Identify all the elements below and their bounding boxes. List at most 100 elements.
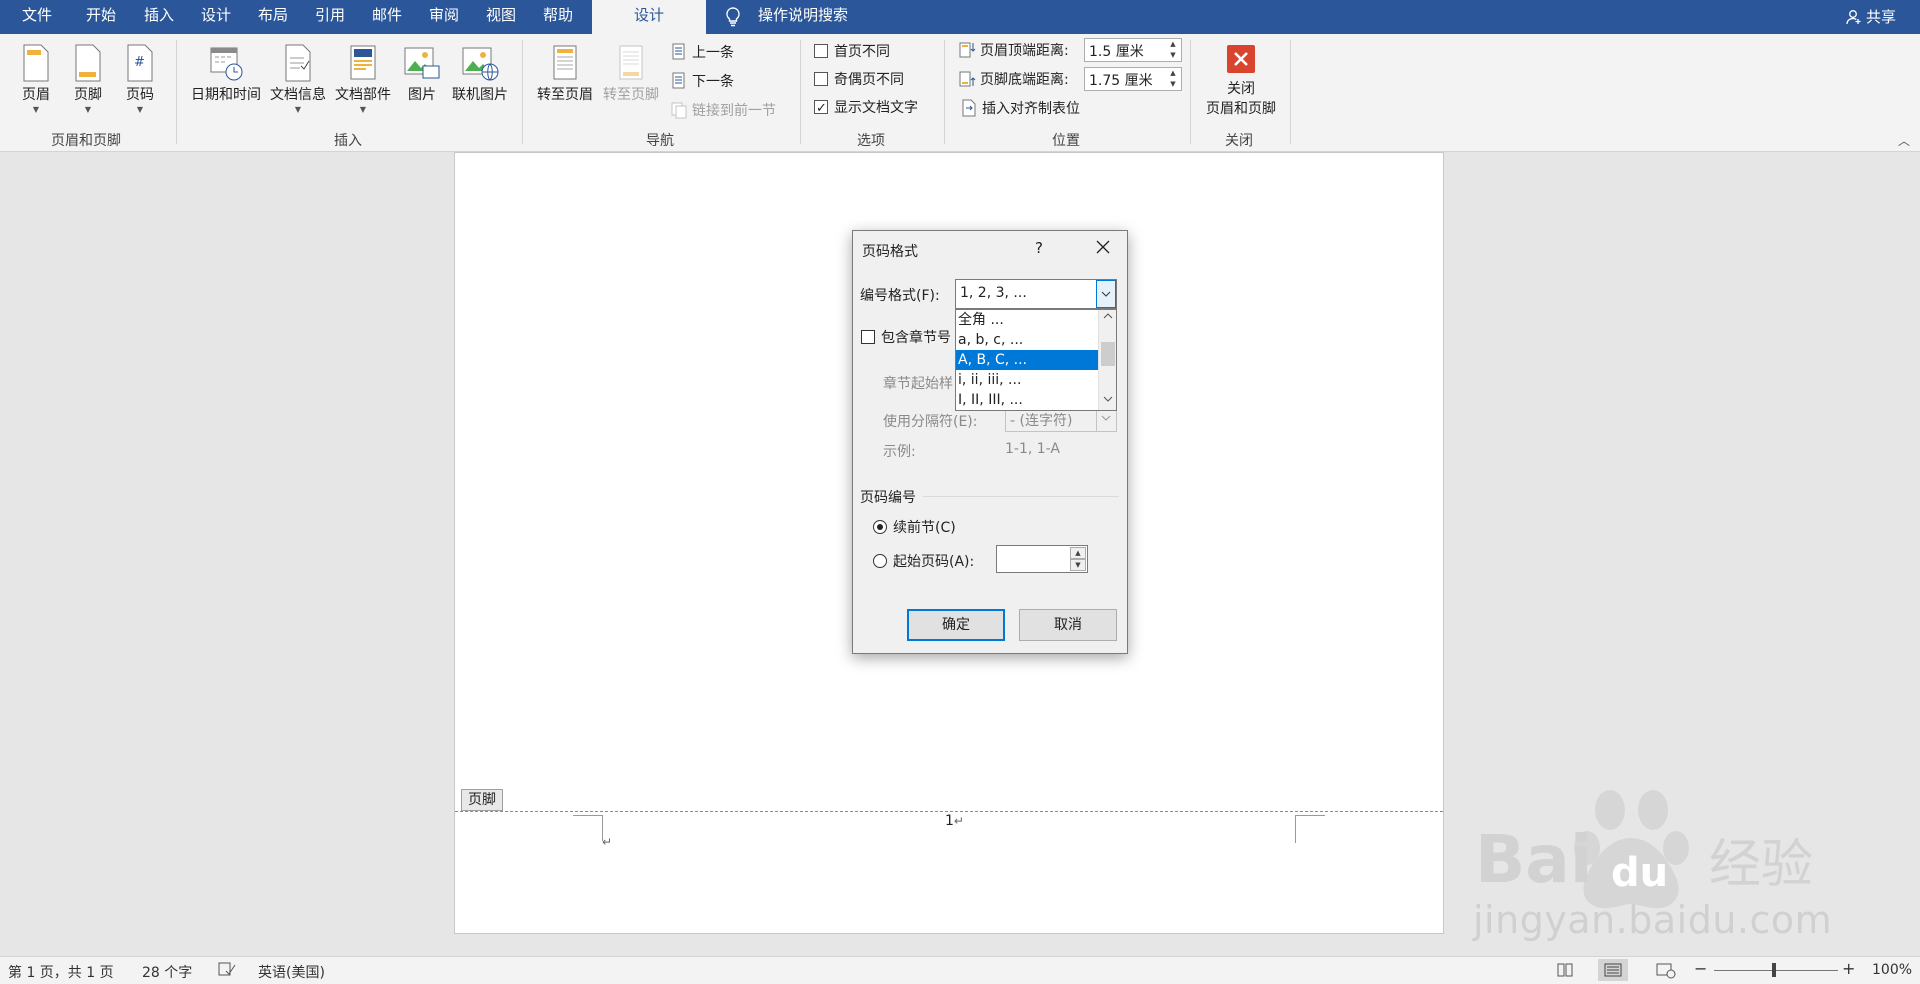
tab-header-footer-design[interactable]: 设计	[592, 0, 706, 34]
list-scrollbar[interactable]	[1098, 310, 1116, 410]
word-count-status[interactable]: 28 个字	[142, 962, 192, 982]
stepper-down-icon[interactable]: ▼	[1070, 559, 1086, 571]
goto-footer-button[interactable]: 转至页脚	[598, 44, 664, 104]
dropdown-button[interactable]	[1096, 280, 1116, 308]
zoom-slider-thumb[interactable]	[1772, 963, 1776, 977]
chevron-down-icon: ▼	[136, 105, 144, 114]
close-header-footer-button[interactable]: 关闭 页眉和页脚	[1196, 44, 1286, 118]
dialog-close-button[interactable]	[1089, 237, 1117, 261]
date-time-label: 日期和时间	[191, 87, 261, 103]
footer-boundary	[455, 811, 1443, 812]
zoom-out-button[interactable]: −	[1694, 959, 1707, 978]
page-count-status[interactable]: 第 1 页，共 1 页	[8, 962, 114, 982]
chapter-start-style-label: 章节起始样	[883, 376, 953, 392]
format-option-selected[interactable]: A, B, C, ...	[956, 350, 1099, 370]
link-icon	[671, 102, 687, 119]
cancel-button[interactable]: 取消	[1019, 609, 1117, 641]
chevron-down-icon: ▼	[32, 105, 40, 114]
tab-layout[interactable]: 布局	[252, 0, 294, 34]
tab-references[interactable]: 引用	[309, 0, 351, 34]
radio-dot-selected	[873, 520, 887, 534]
tab-design[interactable]: 设计	[195, 0, 237, 34]
svg-text:du: du	[1611, 850, 1668, 896]
ribbon: 页眉 ▼ 页脚 ▼ # 页码 ▼ 页眉和页脚 日期和时间 文档信息 ▼ 文档部件…	[0, 34, 1920, 152]
footer-button[interactable]: 页脚 ▼	[66, 44, 110, 114]
continue-from-previous-radio[interactable]: 续前节(C)	[873, 517, 956, 537]
tab-help[interactable]: 帮助	[537, 0, 579, 34]
picture-button[interactable]: 图片	[400, 44, 444, 104]
web-layout-icon	[1656, 963, 1676, 979]
read-mode-icon	[1557, 963, 1573, 977]
stepper-down-icon[interactable]: ▼	[1167, 79, 1179, 90]
date-time-button[interactable]: 日期和时间	[186, 44, 266, 104]
insert-alignment-tab-label: 插入对齐制表位	[982, 101, 1080, 117]
print-layout-icon	[1604, 963, 1622, 977]
page-number-button[interactable]: # 页码 ▼	[118, 44, 162, 114]
header-top-distance-value: 1.5 厘米	[1089, 44, 1144, 60]
picture-label: 图片	[408, 87, 436, 103]
footer-bottom-distance-label: 页脚底端距离:	[980, 72, 1069, 88]
language-status[interactable]: 英语(美国)	[258, 962, 325, 982]
start-at-stepper[interactable]: ▲ ▼	[996, 545, 1088, 573]
show-document-text-checkbox[interactable]: 显示文档文字	[814, 97, 918, 120]
online-picture-label: 联机图片	[452, 87, 508, 103]
picture-icon	[404, 47, 440, 79]
print-layout-button[interactable]	[1598, 959, 1628, 981]
footer-bottom-distance-stepper[interactable]: 1.75 厘米 ▲ ▼	[1084, 67, 1182, 91]
continue-from-previous-label: 续前节(C)	[893, 520, 956, 536]
number-format-select[interactable]: 1, 2, 3, ...	[955, 279, 1117, 309]
goto-header-button[interactable]: 转至页眉	[532, 44, 598, 104]
format-option[interactable]: 全角 ...	[956, 310, 1099, 330]
ok-button[interactable]: 确定	[907, 609, 1005, 641]
scroll-down-icon[interactable]	[1103, 396, 1113, 402]
collapse-ribbon-icon[interactable]: ︿	[1898, 132, 1910, 149]
zoom-slider-track[interactable]	[1714, 970, 1838, 971]
format-option[interactable]: a, b, c, ...	[956, 330, 1099, 350]
group-label-close: 关闭	[1225, 133, 1253, 149]
zoom-in-button[interactable]: +	[1842, 959, 1855, 978]
tell-me-label: 操作说明搜索	[758, 6, 849, 24]
document-info-button[interactable]: 文档信息 ▼	[266, 44, 330, 114]
share-button[interactable]: 共享	[1846, 0, 1896, 34]
stepper-up-icon[interactable]: ▲	[1167, 68, 1179, 79]
include-chapter-checkbox[interactable]: 包含章节号	[861, 327, 951, 347]
header-label: 页眉	[22, 87, 50, 103]
stepper-down-icon[interactable]: ▼	[1167, 50, 1179, 61]
quick-parts-button[interactable]: 文档部件 ▼	[330, 44, 396, 114]
group-label-position: 位置	[1052, 133, 1080, 149]
number-format-list[interactable]: 全角 ... a, b, c, ... A, B, C, ... i, ii, …	[955, 309, 1117, 411]
tab-review[interactable]: 审阅	[423, 0, 465, 34]
read-mode-button[interactable]	[1550, 959, 1580, 981]
header-top-distance-stepper[interactable]: 1.5 厘米 ▲ ▼	[1084, 38, 1182, 62]
stepper-up-icon[interactable]: ▲	[1167, 39, 1179, 50]
tab-home[interactable]: 开始	[80, 0, 122, 34]
web-layout-button[interactable]	[1650, 959, 1680, 981]
proofing-icon[interactable]	[218, 961, 236, 981]
stepper-up-icon[interactable]: ▲	[1070, 547, 1086, 559]
alignment-tab-icon	[962, 99, 976, 117]
show-document-text-label: 显示文档文字	[834, 100, 918, 116]
link-to-previous-button[interactable]: 链接到前一节	[670, 100, 776, 122]
tab-mailings[interactable]: 邮件	[366, 0, 408, 34]
tell-me-search[interactable]: 操作说明搜索	[724, 0, 848, 34]
different-odd-even-checkbox[interactable]: 奇偶页不同	[814, 69, 904, 91]
online-picture-button[interactable]: 联机图片	[446, 44, 514, 104]
format-option[interactable]: i, ii, iii, ...	[956, 370, 1099, 390]
next-button[interactable]: 下一条	[670, 71, 734, 93]
checkbox-box	[814, 72, 828, 86]
scroll-up-icon[interactable]	[1103, 313, 1113, 319]
help-button[interactable]: ?	[1035, 239, 1043, 257]
format-option[interactable]: I, II, III, ...	[956, 390, 1099, 410]
tab-insert[interactable]: 插入	[138, 0, 180, 34]
tab-view[interactable]: 视图	[480, 0, 522, 34]
header-button[interactable]: 页眉 ▼	[14, 44, 58, 114]
tab-file[interactable]: 文件	[16, 0, 58, 34]
zoom-level[interactable]: 100%	[1872, 962, 1912, 978]
insert-alignment-tab-button[interactable]: 插入对齐制表位	[960, 98, 1080, 120]
scrollbar-thumb[interactable]	[1101, 342, 1115, 366]
previous-button[interactable]: 上一条	[670, 42, 734, 64]
different-first-page-checkbox[interactable]: 首页不同	[814, 41, 890, 63]
start-at-radio[interactable]: 起始页码(A):	[873, 551, 974, 571]
footer-page-number[interactable]: 1↵	[943, 813, 964, 833]
footer-position-icon	[959, 71, 976, 87]
